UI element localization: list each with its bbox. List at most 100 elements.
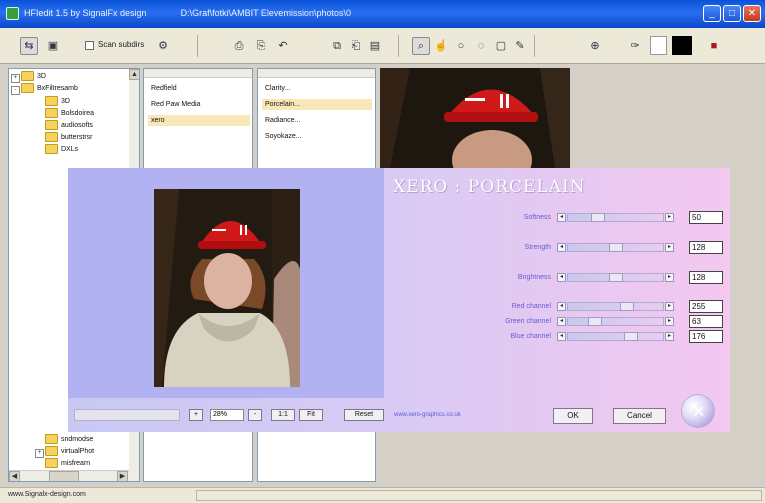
zoom-one-to-one-button[interactable]: 1:1: [271, 409, 295, 421]
softness-increase-button[interactable]: ▸: [665, 213, 674, 222]
filter-item-soyokaze[interactable]: Soyokaze...: [262, 131, 305, 142]
scroll-right-icon[interactable]: ▶: [117, 471, 128, 481]
undo-icon[interactable]: ↶: [274, 37, 292, 55]
list-scrollbar[interactable]: [258, 69, 375, 78]
slider-thumb[interactable]: [591, 213, 605, 222]
slider-thumb[interactable]: [588, 317, 602, 326]
softness-decrease-button[interactable]: ◂: [557, 213, 566, 222]
tree-item[interactable]: Bolsdoirea: [45, 108, 94, 120]
website-link[interactable]: www.xero-graphics.co.uk: [394, 412, 461, 418]
toolbar-separator: [197, 35, 198, 57]
red-channel-increase-button[interactable]: ▸: [665, 302, 674, 311]
minimize-button[interactable]: _: [703, 5, 721, 22]
tree-item[interactable]: DXLs: [45, 144, 78, 156]
blue-channel-increase-button[interactable]: ▸: [665, 332, 674, 341]
brightness-decrease-button[interactable]: ◂: [557, 273, 566, 282]
filter-item-clarity[interactable]: Clarity...: [262, 83, 293, 94]
blue-channel-value[interactable]: 176: [689, 330, 723, 343]
paste-icon[interactable]: ⎗: [347, 37, 365, 55]
pointer-icon[interactable]: ☝: [432, 37, 450, 55]
portrait-photo: [380, 68, 570, 168]
info-icon[interactable]: ■: [705, 37, 723, 55]
zoom-out-button[interactable]: -: [248, 409, 262, 421]
print-icon[interactable]: ⎙: [230, 37, 248, 55]
pen-icon[interactable]: ✎: [511, 37, 529, 55]
vendor-item-xero[interactable]: xero: [148, 115, 250, 126]
folder-icon: [45, 132, 58, 143]
scan-subdirs-checkbox[interactable]: [85, 41, 94, 50]
brightness-value[interactable]: 128: [689, 271, 723, 284]
tree-item[interactable]: BxFiltresamb: [21, 83, 78, 95]
scroll-up-icon[interactable]: ▲: [129, 69, 139, 80]
green-channel-decrease-button[interactable]: ◂: [557, 317, 566, 326]
save-icon[interactable]: ▤: [366, 37, 384, 55]
zoom-track[interactable]: [74, 409, 180, 421]
title-bar[interactable]: HFIedit 1.5 by SignalFx design D:\Graf\fo…: [0, 0, 765, 28]
tree-item[interactable]: 3D: [21, 71, 46, 83]
softness-value[interactable]: 50: [689, 211, 723, 224]
green-channel-increase-button[interactable]: ▸: [665, 317, 674, 326]
hand-icon[interactable]: ⊕: [586, 37, 604, 55]
slider-thumb[interactable]: [620, 302, 634, 311]
settings-icon[interactable]: ⚙: [154, 37, 172, 55]
brightness-label: Brightness: [517, 274, 551, 281]
blue-channel-decrease-button[interactable]: ◂: [557, 332, 566, 341]
dialog-preview-image[interactable]: [154, 189, 300, 387]
vendor-item-red-paw-media[interactable]: Red Paw Media: [148, 99, 203, 110]
filter-item-radiance[interactable]: Radiance...: [262, 115, 303, 126]
brightness-increase-button[interactable]: ▸: [665, 273, 674, 282]
slider-thumb[interactable]: [609, 243, 623, 252]
tree-horizontal-scrollbar[interactable]: ◀ ▶: [9, 470, 129, 481]
vendor-item-redfield[interactable]: Redfield: [148, 83, 180, 94]
tree-expander[interactable]: +: [35, 449, 44, 458]
list-scrollbar[interactable]: [144, 69, 252, 78]
slider-thumb[interactable]: [609, 273, 623, 282]
scroll-thumb[interactable]: [49, 471, 79, 481]
strength-value[interactable]: 128: [689, 241, 723, 254]
folder-icon: [45, 96, 58, 107]
ok-button[interactable]: OK: [553, 408, 593, 424]
maximize-button[interactable]: □: [723, 5, 741, 22]
picker-icon[interactable]: ✑: [626, 37, 644, 55]
rect-select-icon[interactable]: ▢: [492, 37, 510, 55]
circle-select-icon[interactable]: ○: [452, 37, 470, 55]
tree-item[interactable]: 3D: [45, 96, 70, 108]
slider-thumb[interactable]: [624, 332, 638, 341]
green-channel-value[interactable]: 63: [689, 315, 723, 328]
zoom-icon[interactable]: ⌕: [412, 37, 430, 55]
foreground-color-swatch[interactable]: [672, 36, 692, 55]
red-channel-decrease-button[interactable]: ◂: [557, 302, 566, 311]
reset-button[interactable]: Reset: [344, 409, 384, 421]
open-folder-icon[interactable]: ⇆: [20, 37, 38, 55]
strength-increase-button[interactable]: ▸: [665, 243, 674, 252]
strength-decrease-button[interactable]: ◂: [557, 243, 566, 252]
lasso-icon[interactable]: ◌: [472, 37, 490, 55]
folder-icon[interactable]: ▣: [44, 37, 62, 55]
scroll-left-icon[interactable]: ◀: [9, 471, 20, 481]
tree-item[interactable]: virtualPhot: [45, 446, 94, 458]
close-button[interactable]: ✕: [743, 5, 761, 22]
green-channel-slider[interactable]: [567, 317, 664, 326]
print-preview-icon[interactable]: ⎘: [252, 37, 270, 55]
green-channel-label: Green channel: [505, 318, 551, 325]
filter-item-porcelain[interactable]: Porcelain...: [262, 99, 372, 110]
cancel-button[interactable]: Cancel: [613, 408, 666, 424]
tree-item[interactable]: misfrearn: [45, 458, 90, 470]
copy-icon[interactable]: ⧉: [328, 37, 346, 55]
background-color-swatch[interactable]: [650, 36, 667, 55]
tree-item[interactable]: audiosofts: [45, 120, 93, 132]
tree-expander[interactable]: -: [11, 86, 20, 95]
zoom-value[interactable]: 28%: [210, 409, 244, 421]
red-channel-slider[interactable]: [567, 302, 664, 311]
strength-slider[interactable]: [567, 243, 664, 252]
tree-item[interactable]: butterstrsr: [45, 132, 93, 144]
porcelain-filter-dialog: XERO : PORCELAIN Softness ◂ ▸ 50 Strengt…: [68, 168, 730, 432]
brightness-slider[interactable]: [567, 273, 664, 282]
tree-expander[interactable]: +: [11, 74, 20, 83]
tree-item[interactable]: sndmodse: [45, 434, 93, 446]
zoom-in-button[interactable]: +: [189, 409, 203, 421]
zoom-fit-button[interactable]: Fit: [299, 409, 323, 421]
blue-channel-slider[interactable]: [567, 332, 664, 341]
red-channel-value[interactable]: 255: [689, 300, 723, 313]
softness-slider[interactable]: [567, 213, 664, 222]
